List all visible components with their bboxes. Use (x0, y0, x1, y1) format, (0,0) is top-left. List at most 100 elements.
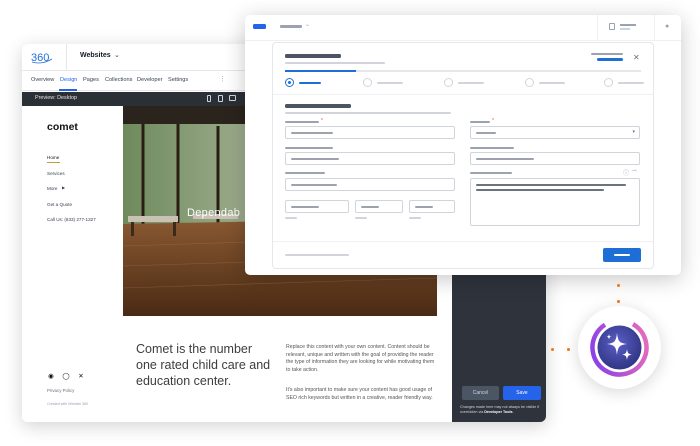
facebook-icon[interactable]: ◉ (47, 373, 55, 381)
text-input-small[interactable] (355, 200, 403, 213)
date-placeholder (620, 24, 636, 26)
footer-text-placeholder (285, 254, 349, 256)
text-input[interactable] (285, 152, 455, 165)
close-icon[interactable]: ✕ (633, 53, 640, 62)
hero-text: Dependab (187, 207, 241, 219)
field-label-placeholder (285, 172, 325, 174)
panel-note: Changes made here may not always be visi… (460, 405, 540, 415)
more-icon[interactable]: ⋮ (219, 75, 226, 83)
privacy-policy-link[interactable]: Privacy Policy (47, 388, 74, 393)
field-label-placeholder (470, 147, 514, 149)
text-input-small[interactable] (409, 200, 455, 213)
instagram-icon[interactable]: ◯ (62, 373, 70, 381)
select-dropdown[interactable]: ▾ (470, 126, 640, 139)
step-5-label (618, 82, 644, 84)
user-icon[interactable]: ● (665, 23, 672, 31)
created-by-text: Created with Website 360 (47, 402, 89, 406)
field-label-placeholder (285, 121, 319, 123)
required-indicator: * (492, 118, 494, 124)
site-selector-label[interactable]: Websites (80, 52, 111, 59)
decorative-dot (617, 284, 620, 287)
chevron-down-icon: ▾ (632, 129, 635, 135)
divider (597, 15, 598, 41)
status-value-placeholder (597, 58, 623, 61)
field-label-placeholder (470, 121, 490, 123)
decorative-dot (551, 348, 554, 351)
step-5-indicator[interactable] (604, 78, 613, 87)
text-input[interactable] (285, 126, 455, 139)
form-top-bar: ⌄ ● (245, 15, 681, 41)
site-content-section: ◉ ◯ ✕ Privacy Policy Created with Websit… (22, 316, 437, 422)
active-nav-indicator (59, 89, 77, 91)
textarea[interactable] (470, 178, 640, 226)
step-3-label (458, 82, 484, 84)
nav-settings[interactable]: Settings (168, 77, 188, 83)
x-icon[interactable]: ✕ (77, 373, 85, 381)
divider (654, 15, 655, 41)
step-2-indicator[interactable] (363, 78, 372, 87)
preview-label: Preview: Desktop (35, 95, 77, 101)
form-builder-window: ⌄ ● ✕ * * ▾ ⓘ ⤙ (245, 15, 681, 275)
site-menu-quote[interactable]: Get a Quote (47, 202, 72, 207)
site-headline: Comet is the number one rated child care… (136, 342, 271, 388)
text-input[interactable] (285, 178, 455, 191)
tablet-view-icon[interactable] (218, 95, 223, 102)
step-1-indicator[interactable] (285, 78, 294, 87)
ai-sparkle-badge (578, 306, 661, 389)
site-menu-services[interactable]: Services (47, 171, 65, 176)
divider (273, 241, 653, 242)
info-icon[interactable]: ⓘ (623, 168, 629, 177)
field-label-placeholder (470, 172, 512, 174)
site-brand: comet (47, 121, 78, 133)
site-body-paragraph-2: It's also important to make sure your co… (286, 387, 433, 401)
helper-text-placeholder (285, 217, 297, 219)
site-menu-more[interactable]: More (47, 186, 57, 191)
nav-collections[interactable]: Collections (105, 77, 132, 83)
next-button[interactable] (603, 248, 641, 262)
save-button[interactable]: Save (503, 386, 541, 400)
decorative-dot (567, 348, 570, 351)
calendar-icon[interactable] (609, 23, 615, 30)
field-label-placeholder (285, 147, 333, 149)
cancel-button[interactable]: Cancel (462, 386, 499, 400)
site-body-paragraph-1: Replace this content with your own conte… (286, 344, 435, 373)
progress-track (285, 70, 641, 72)
site-menu-home[interactable]: Home (47, 155, 59, 160)
site-sidebar: comet Home Services More ▶ Get a Quote C… (22, 106, 123, 316)
mobile-view-icon[interactable] (207, 95, 211, 102)
modal-subtitle-placeholder (285, 62, 385, 64)
sparkle-icon (590, 318, 649, 377)
date-placeholder-secondary (620, 28, 630, 30)
text-input-small[interactable] (285, 200, 349, 213)
desktop-view-icon[interactable] (229, 95, 236, 101)
nav-developer[interactable]: Developer (137, 77, 163, 83)
chevron-down-icon[interactable]: ⌄ (305, 21, 310, 28)
active-menu-underline (47, 162, 60, 163)
site-menu-call[interactable]: Call Us: (833) 277-1327 (47, 217, 96, 222)
step-3-indicator[interactable] (444, 78, 453, 87)
text-input[interactable] (470, 152, 640, 165)
nav-overview[interactable]: Overview (31, 77, 54, 83)
primary-action-button[interactable] (253, 24, 266, 29)
dropdown-selector[interactable] (280, 25, 302, 28)
share-icon[interactable]: ⤙ (632, 168, 637, 175)
required-indicator: * (321, 118, 323, 124)
step-2-label (377, 82, 403, 84)
progress-fill (285, 70, 357, 72)
chevron-down-icon[interactable]: ⌄ (114, 51, 120, 59)
developer-tools-link[interactable]: Developer Tools (484, 410, 512, 414)
nav-pages[interactable]: Pages (83, 77, 99, 83)
modal-title-placeholder (285, 54, 341, 58)
nav-design[interactable]: Design (60, 77, 77, 83)
divider (273, 94, 653, 95)
status-label-placeholder (591, 53, 623, 55)
section-title-placeholder (285, 104, 351, 108)
step-4-indicator[interactable] (525, 78, 534, 87)
website-360-logo: 360 (31, 50, 53, 64)
helper-text-placeholder (355, 217, 367, 219)
caret-right-icon: ▶ (62, 185, 66, 190)
helper-text-placeholder (409, 217, 421, 219)
form-modal: ✕ * * ▾ ⓘ ⤙ (272, 42, 654, 269)
divider (66, 44, 67, 71)
step-1-label (299, 82, 321, 84)
